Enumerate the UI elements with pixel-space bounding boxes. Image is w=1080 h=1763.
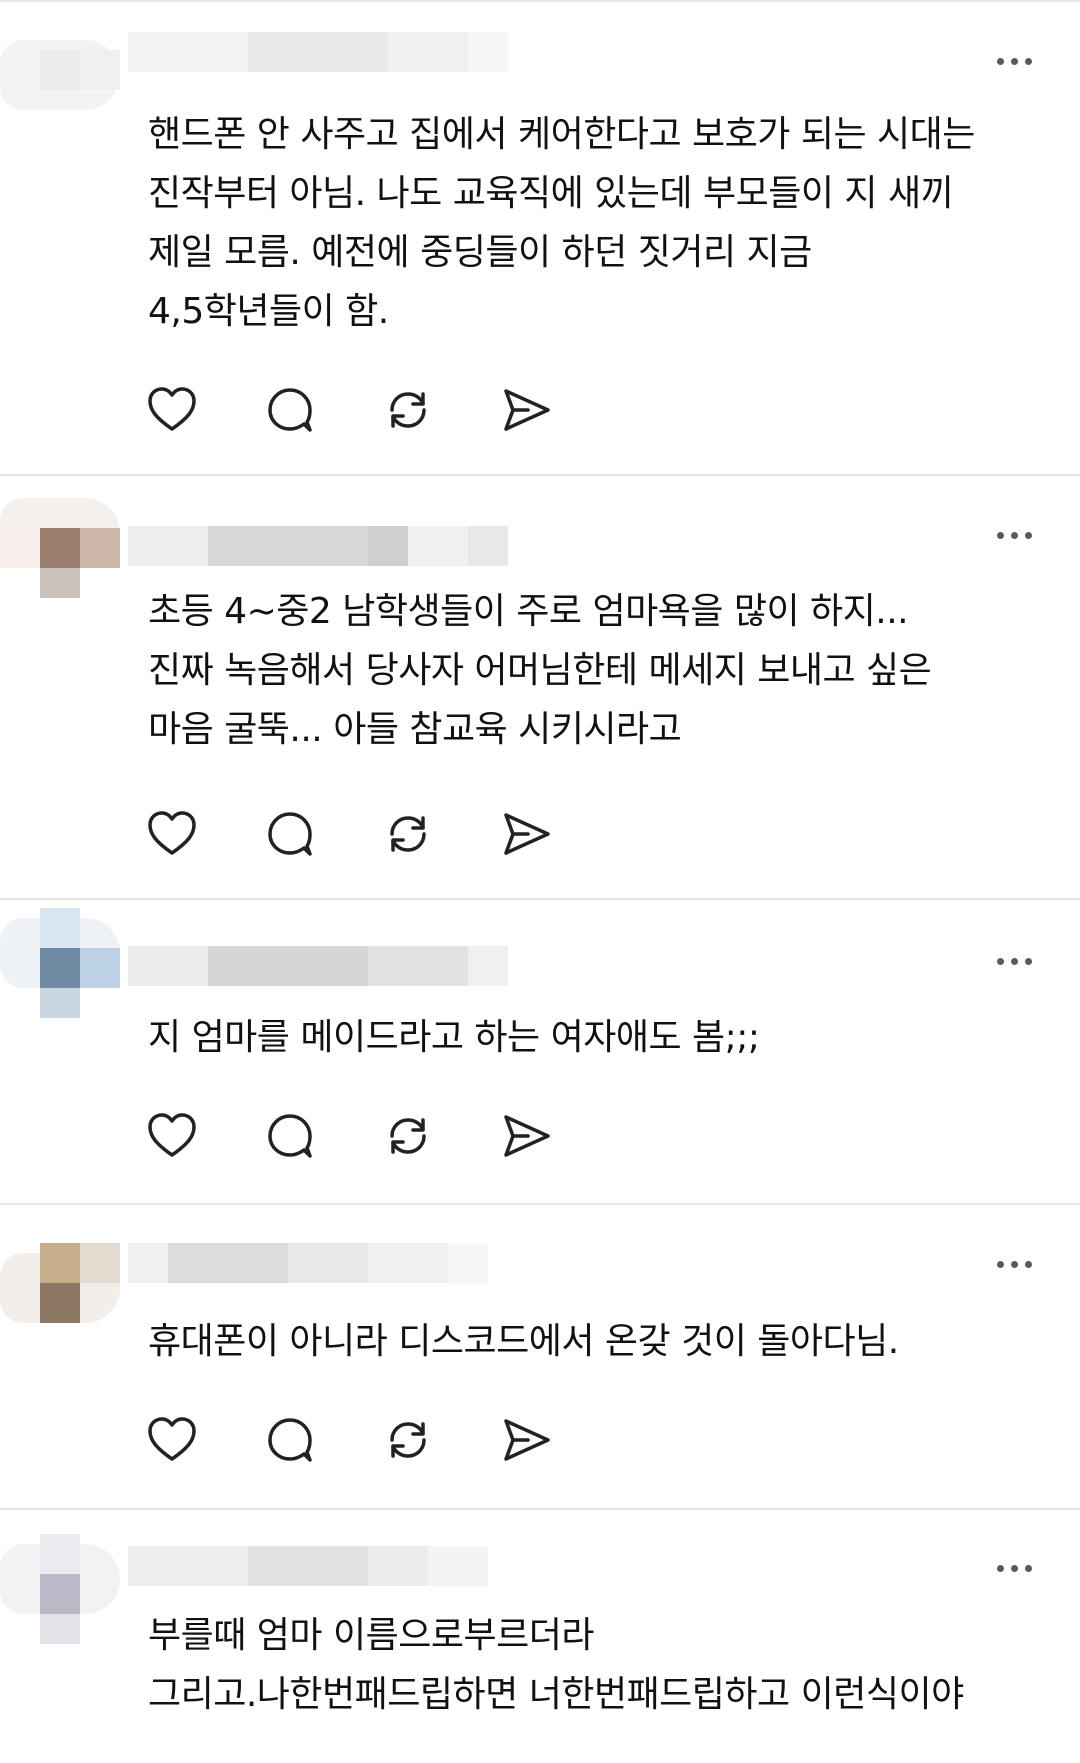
repost-button[interactable] [380,1108,436,1164]
heart-icon [148,1113,196,1157]
comment-feed: 핸드폰 안 사주고 집에서 케어한다고 보호가 되는 시대는 진작부터 아님. … [0,0,1080,1763]
repost-button[interactable] [380,1412,436,1468]
comment-bubble-icon [268,812,312,856]
more-options-button[interactable] [984,1553,1044,1583]
comment-post: 핸드폰 안 사주고 집에서 케어한다고 보호가 되는 시대는 진작부터 아님. … [0,2,1080,476]
username-blurred[interactable] [128,946,508,986]
more-dot [996,1260,1004,1268]
more-dot [1024,1564,1032,1572]
post-text: 초등 4~중2 남학생들이 주로 엄마욕을 많이 하지... 진짜 녹음해서 당… [148,591,932,750]
comment-post: 부를때 엄마 이름으로부르더라 그리고.나한번패드립하면 너한번패드립하고 이런… [0,1510,1080,1763]
action-bar [144,806,564,862]
username-blurred[interactable] [128,1546,508,1586]
avatar-blurred[interactable] [0,30,128,140]
more-dot [1024,531,1032,539]
send-icon [504,1419,550,1461]
repost-icon [390,1422,426,1458]
action-bar [144,382,564,438]
like-button[interactable] [144,1108,200,1164]
send-icon [504,1115,550,1157]
repost-button[interactable] [380,806,436,862]
username-blurred[interactable] [128,32,508,72]
reply-button[interactable] [262,1108,318,1164]
avatar-blurred[interactable] [0,1243,128,1353]
comment-bubble-icon [268,388,312,432]
more-dot [1010,957,1018,965]
post-text: 휴대폰이 아니라 디스코드에서 온갖 것이 돌아다님. [148,1321,899,1362]
comment-post: 휴대폰이 아니라 디스코드에서 온갖 것이 돌아다님. [0,1205,1080,1510]
more-options-button[interactable] [984,946,1044,976]
repost-icon [390,1118,426,1154]
reply-button[interactable] [262,382,318,438]
post-text: 부를때 엄마 이름으로부르더라 그리고.나한번패드립하면 너한번패드립하고 이런… [148,1615,964,1715]
send-icon [504,389,550,431]
comment-post: 지 엄마를 메이드라고 하는 여자애도 봄;;; [0,900,1080,1205]
username-blurred[interactable] [128,1243,508,1283]
action-bar [144,1108,564,1164]
heart-icon [148,387,196,431]
avatar-blurred[interactable] [0,908,128,1018]
like-button[interactable] [144,1412,200,1468]
more-dot [1024,957,1032,965]
repost-icon [390,392,426,428]
more-dot [1010,57,1018,65]
heart-icon [148,811,196,855]
more-options-button[interactable] [984,1249,1044,1279]
repost-button[interactable] [380,382,436,438]
more-dot [996,57,1004,65]
repost-icon [390,816,426,852]
share-button[interactable] [498,1412,554,1468]
more-dot [1024,57,1032,65]
avatar-blurred[interactable] [0,488,128,598]
comment-bubble-icon [268,1114,312,1158]
post-text: 지 엄마를 메이드라고 하는 여자애도 봄;;; [148,1017,760,1058]
share-button[interactable] [498,382,554,438]
send-icon [504,813,550,855]
share-button[interactable] [498,806,554,862]
more-dot [1024,1260,1032,1268]
comment-bubble-icon [268,1418,312,1462]
comment-post: 초등 4~중2 남학생들이 주로 엄마욕을 많이 하지... 진짜 녹음해서 당… [0,476,1080,900]
more-dot [996,531,1004,539]
more-options-button[interactable] [984,46,1044,76]
share-button[interactable] [498,1108,554,1164]
like-button[interactable] [144,806,200,862]
like-button[interactable] [144,382,200,438]
more-dot [1010,531,1018,539]
more-dot [996,957,1004,965]
more-dot [996,1564,1004,1572]
more-options-button[interactable] [984,520,1044,550]
reply-button[interactable] [262,1412,318,1468]
post-text: 핸드폰 안 사주고 집에서 케어한다고 보호가 되는 시대는 진작부터 아님. … [148,114,975,332]
reply-button[interactable] [262,806,318,862]
more-dot [1010,1260,1018,1268]
username-blurred[interactable] [128,526,508,566]
more-dot [1010,1564,1018,1572]
avatar-blurred[interactable] [0,1534,128,1644]
heart-icon [148,1417,196,1461]
action-bar [144,1412,564,1468]
